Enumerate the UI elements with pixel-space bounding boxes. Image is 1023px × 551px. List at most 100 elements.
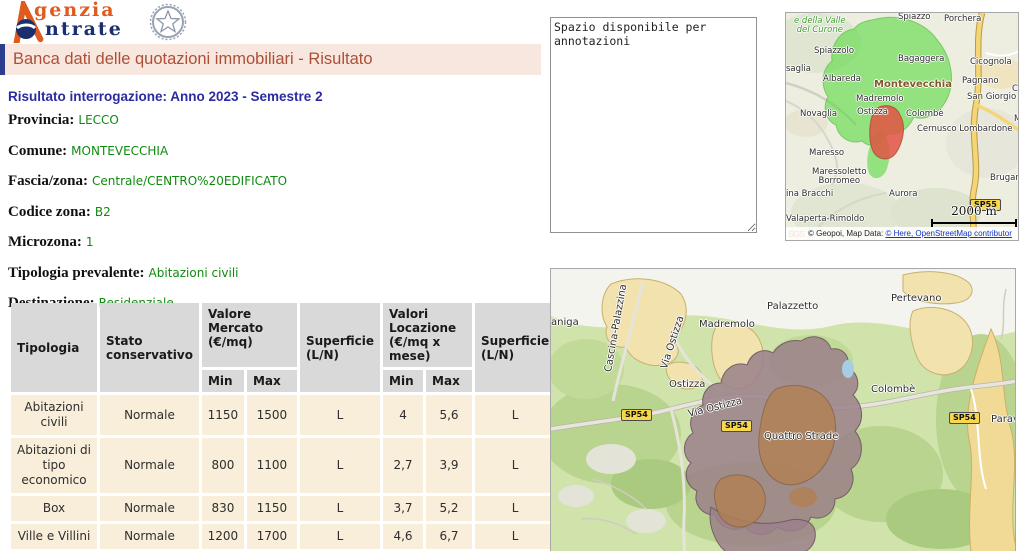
table-cell: L (475, 496, 555, 521)
table-row: Abitazioni di tipo economicoNormale80011… (11, 438, 555, 493)
col-header-valore-mercato: Valore Mercato (€/mq) (202, 303, 297, 367)
table-cell: Normale (100, 524, 199, 549)
map-label: e della Valle del Curone (794, 17, 846, 35)
col-header-max: Max (426, 370, 472, 392)
map-label: aniga (551, 317, 579, 328)
map-label: Colombè (906, 110, 944, 119)
map-label: saglia (786, 65, 811, 74)
field-value: B2 (91, 205, 111, 219)
map-scale-bar (931, 219, 1017, 227)
field-label: Fascia/zona: (8, 173, 88, 189)
field-label: Microzona: (8, 234, 82, 250)
table-cell: 1150 (202, 395, 244, 435)
field-row: Codice zona:B2 (8, 203, 538, 221)
field-label: Provincia: (8, 112, 74, 128)
map-label: Novaglia (800, 110, 837, 119)
map-label: Ca (1012, 85, 1019, 94)
table-cell: L (475, 524, 555, 549)
field-label: Comune: (8, 143, 67, 159)
map-label: San Giorgio (967, 93, 1016, 102)
col-header-min: Min (202, 370, 244, 392)
col-header-min: Min (383, 370, 423, 392)
table-cell: 2,7 (383, 438, 423, 493)
map-label: Albareda (823, 75, 861, 84)
map-label: Pertevano (891, 293, 942, 304)
table-cell: 3,7 (383, 496, 423, 521)
page: genzia ntrate Banca dati delle quotazion… (0, 0, 1023, 551)
attribution-link[interactable]: © Here, OpenStreetMap contributor (886, 229, 1012, 238)
table-cell: 1700 (247, 524, 297, 549)
map-label: Aurora (889, 190, 917, 199)
map-label: Bagaggera (898, 55, 944, 64)
col-header-superficie-1: Superficie (L/N) (300, 303, 380, 392)
field-value: MONTEVECCHIA (67, 144, 168, 158)
table-cell: 1500 (247, 395, 297, 435)
field-value: Centrale/CENTRO%20EDIFICATO (88, 174, 287, 188)
map-label: ina Bracchi (786, 190, 833, 199)
table-cell: 5,2 (426, 496, 472, 521)
field-label: Codice zona: (8, 204, 91, 220)
table-cell: 4,6 (383, 524, 423, 549)
logo-line2: ntrate (34, 20, 123, 39)
result-fields: Provincia:LECCO Comune:MONTEVECCHIA Fascia… (8, 111, 538, 325)
field-value: Abitazioni civili (145, 266, 239, 280)
table-cell: Abitazioni civili (11, 395, 97, 435)
table-cell: L (300, 395, 380, 435)
map-label: Spiazzolo (814, 47, 854, 56)
field-row: Fascia/zona:Centrale/CENTRO%20EDIFICATO (8, 172, 538, 190)
table-cell: Normale (100, 395, 199, 435)
table-cell: L (300, 438, 380, 493)
table-cell: 1150 (247, 496, 297, 521)
map-attribution: © Geopoi, Map Data: © Here, OpenStreetMa… (786, 227, 1018, 240)
field-row: Microzona:1 (8, 233, 538, 251)
attribution-text: © Geopoi, Map Data: (808, 229, 886, 238)
table-cell: 5,6 (426, 395, 472, 435)
map-label: Madremolo (699, 319, 755, 330)
table-cell: 1100 (247, 438, 297, 493)
table-cell: 4 (383, 395, 423, 435)
map-label: Ostizza (669, 379, 705, 390)
map-label: M (1014, 115, 1019, 124)
page-title: Banca dati delle quotazioni immobiliari … (5, 44, 541, 75)
map-label: Palazzetto (767, 301, 818, 312)
field-label: Tipologia prevalente: (8, 265, 145, 281)
table-row: Abitazioni civiliNormale11501500L45,6L (11, 395, 555, 435)
overview-map[interactable]: e della Valle del CuroneSpiazzoPorcheraS… (785, 12, 1019, 241)
table-row: Ville e VilliniNormale12001700L4,66,7L (11, 524, 555, 549)
map-label: Cicognola (970, 58, 1012, 67)
field-row: Provincia:LECCO (8, 111, 538, 129)
map-label: Spiazzo (898, 13, 931, 22)
map-label: Colombè (871, 384, 915, 395)
map-label: Maressoletto Borromeo (812, 168, 867, 186)
table-cell: 830 (202, 496, 244, 521)
field-value: LECCO (74, 113, 118, 127)
table-cell: L (300, 496, 380, 521)
zone-map[interactable]: anigaCascina-PalazzinaVia OstizzaMadremo… (550, 268, 1016, 551)
map-label: Paravino (991, 414, 1016, 425)
agenzia-entrate-logo: genzia ntrate (8, 1, 188, 43)
table-cell: L (300, 524, 380, 549)
col-header-valori-locazione: Valori Locazione (€/mq x mese) (383, 303, 472, 367)
map-label: Pagnano (962, 77, 999, 86)
logo-text: genzia ntrate (34, 1, 123, 39)
table-cell: Normale (100, 496, 199, 521)
map-label: Maresso (809, 149, 844, 158)
map-label: Quattro Strade (764, 431, 838, 442)
map-label: Valaperta-Rimoldo (786, 215, 864, 224)
annotations-textarea[interactable]: Spazio disponibile per annotazioni (550, 17, 757, 233)
table-cell: Box (11, 496, 97, 521)
result-title: Risultato interrogazione: Anno 2023 - Se… (8, 89, 323, 104)
map-scale-label: 2000 m (931, 204, 1017, 218)
table-cell: Normale (100, 438, 199, 493)
table-cell: L (475, 438, 555, 493)
map-label: Brugarolo (990, 174, 1019, 183)
field-row: Comune:MONTEVECCHIA (8, 142, 538, 160)
table-cell: Ville e Villini (11, 524, 97, 549)
map-label: Montevecchia (874, 80, 952, 89)
quotazioni-table: Tipologia Stato conservativo Valore Merc… (8, 300, 558, 551)
col-header-superficie-2: Superficie (L/N) (475, 303, 555, 392)
field-row: Tipologia prevalente:Abitazioni civili (8, 264, 538, 282)
table-cell: 800 (202, 438, 244, 493)
table-row: BoxNormale8301150L3,75,2L (11, 496, 555, 521)
map-label: Cernusco Lombardone (917, 125, 1013, 134)
